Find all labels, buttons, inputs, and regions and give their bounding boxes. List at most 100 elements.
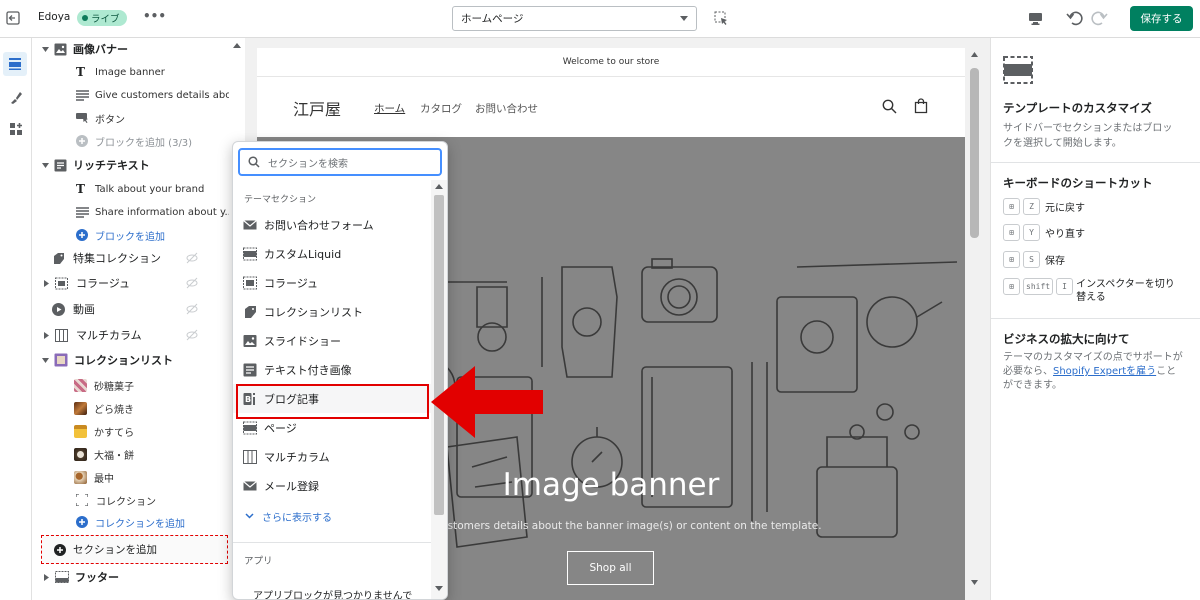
play-icon — [52, 302, 65, 316]
section-video[interactable]: 動画 — [52, 298, 95, 320]
hire-expert-link[interactable]: Shopify Expertを雇う — [1053, 366, 1156, 377]
save-button[interactable]: 保存する — [1130, 6, 1193, 31]
hidden-eye-icon[interactable] — [186, 277, 198, 289]
collection-block[interactable]: 最中 — [74, 466, 114, 488]
add-section-button[interactable]: セクションを追加 — [54, 535, 157, 564]
ctrl-key-icon: ⊞ — [1003, 198, 1020, 215]
block-item[interactable]: Give customers details abo... — [76, 84, 241, 106]
shortcut-key: Z — [1023, 198, 1040, 215]
preview-scrollbar[interactable] — [970, 48, 979, 600]
sections-sidebar: 画像バナー T Image banner Give customers deta… — [32, 38, 245, 600]
section-option-email-signup[interactable]: メール登録 — [233, 471, 447, 500]
scrollbar-thumb[interactable] — [434, 195, 444, 515]
divider — [233, 542, 431, 543]
collection-block[interactable]: どら焼き — [74, 397, 134, 419]
section-label: リッチテキスト — [73, 159, 150, 172]
shop-all-button[interactable]: Shop all — [567, 551, 654, 585]
block-label: Image banner — [95, 66, 165, 78]
footer-icon — [55, 571, 69, 583]
section-collection-list[interactable]: コレクションリスト — [42, 349, 173, 371]
block-label: 大福・餅 — [94, 450, 134, 462]
section-search-input[interactable]: セクションを検索 — [238, 148, 442, 176]
show-more-button[interactable]: さらに表示する — [233, 508, 447, 524]
rich-text-icon — [54, 159, 67, 171]
page-select[interactable]: ホームページ — [452, 6, 697, 31]
plus-circle-icon — [76, 135, 88, 147]
section-option-contact-form[interactable]: お問い合わせフォーム — [233, 210, 447, 239]
search-icon[interactable] — [882, 99, 897, 114]
status-badge-label: ライブ — [91, 14, 120, 25]
section-image-banner[interactable]: 画像バナー — [42, 38, 128, 60]
section-collage[interactable]: コラージュ — [44, 272, 130, 294]
apps-header: アプリ — [244, 556, 273, 567]
columns-icon — [243, 449, 257, 464]
collection-thumbnail — [74, 447, 87, 461]
add-block-button[interactable]: ブロックを追加 — [76, 224, 165, 246]
section-option-collage[interactable]: コラージュ — [233, 268, 447, 297]
store-name: Edoya — [38, 11, 71, 23]
nav-home[interactable]: ホーム — [374, 101, 405, 116]
right-info-panel: テンプレートのカスタマイズ サイドバーでセクションまたはブロックを選択して開始し… — [990, 38, 1200, 600]
collection-block[interactable]: 大福・餅 — [74, 443, 134, 465]
nav-contact[interactable]: お問い合わせ — [475, 101, 538, 116]
block-label: 最中 — [94, 473, 114, 485]
scroll-up-icon[interactable] — [971, 52, 978, 57]
exit-icon[interactable] — [6, 11, 20, 25]
banner-text: ustomers details about the banner image(… — [441, 520, 822, 532]
image-text-icon — [243, 363, 257, 376]
hidden-eye-icon[interactable] — [186, 303, 198, 315]
section-option-collection-list[interactable]: コレクションリスト — [233, 297, 447, 326]
theme-settings-icon[interactable] — [9, 91, 23, 105]
scroll-up-icon[interactable] — [233, 43, 241, 48]
custom-liquid-icon — [243, 247, 257, 260]
more-actions-button[interactable]: ••• — [143, 9, 166, 23]
inspector-icon[interactable] — [714, 11, 729, 26]
add-section-label: セクションを追加 — [73, 544, 157, 556]
scrollbar-thumb[interactable] — [970, 68, 979, 238]
app-embeds-icon[interactable] — [9, 122, 23, 136]
block-label: どら焼き — [94, 404, 134, 416]
collage-icon — [243, 276, 257, 289]
page-select-value: ホームページ — [461, 13, 524, 25]
shortcut-label: 保存 — [1045, 256, 1065, 267]
collection-block[interactable]: コレクション — [76, 489, 156, 511]
scroll-up-icon[interactable] — [435, 184, 443, 189]
hidden-eye-icon[interactable] — [186, 252, 198, 264]
block-item[interactable]: T Talk about your brand — [76, 178, 204, 200]
option-label: コレクションリスト — [264, 305, 363, 319]
section-option-slideshow[interactable]: スライドショー — [233, 326, 447, 355]
section-footer[interactable]: フッター — [44, 566, 119, 588]
section-option-image-with-text[interactable]: テキスト付き画像 — [233, 355, 447, 384]
shortcut-inspector: ⊞ shift I インスペクターを切り替える — [1003, 278, 1184, 304]
desktop-view-icon[interactable] — [1028, 11, 1043, 26]
customize-title: テンプレートのカスタマイズ — [1003, 101, 1152, 115]
collection-thumbnail — [74, 378, 87, 392]
block-item[interactable]: Share information about y... — [76, 201, 234, 223]
block-item[interactable]: ボタン — [76, 107, 125, 129]
cart-icon[interactable] — [914, 98, 928, 114]
collection-block[interactable]: かすてら — [74, 420, 134, 442]
add-collection-button[interactable]: コレクションを追加 — [76, 511, 185, 533]
sections-icon[interactable] — [3, 52, 27, 76]
caret-right-icon — [44, 279, 49, 287]
section-option-custom-liquid[interactable]: カスタムLiquid — [233, 239, 447, 268]
envelope-icon — [243, 219, 257, 229]
add-collection-label: コレクションを追加 — [95, 518, 185, 530]
section-rich-text[interactable]: リッチテキスト — [42, 154, 150, 176]
block-label: Share information about y... — [95, 206, 234, 218]
scroll-down-icon[interactable] — [435, 586, 443, 591]
undo-icon[interactable] — [1066, 10, 1083, 26]
option-label: マルチカラム — [264, 450, 330, 464]
collection-block[interactable]: 砂糖菓子 — [74, 374, 134, 396]
redo-icon[interactable] — [1091, 10, 1108, 26]
hidden-eye-icon[interactable] — [186, 329, 198, 341]
section-multicolumn[interactable]: マルチカラム — [44, 324, 142, 346]
section-option-multicolumn[interactable]: マルチカラム — [233, 442, 447, 471]
block-item[interactable]: T Image banner — [76, 61, 165, 83]
section-featured-collection[interactable]: 特集コレクション — [52, 247, 161, 269]
scroll-down-icon[interactable] — [971, 580, 978, 585]
section-label: コレクションリスト — [74, 354, 173, 367]
divider — [991, 318, 1200, 319]
nav-catalog[interactable]: カタログ — [420, 101, 462, 116]
store-logo[interactable]: 江戸屋 — [293, 96, 341, 120]
